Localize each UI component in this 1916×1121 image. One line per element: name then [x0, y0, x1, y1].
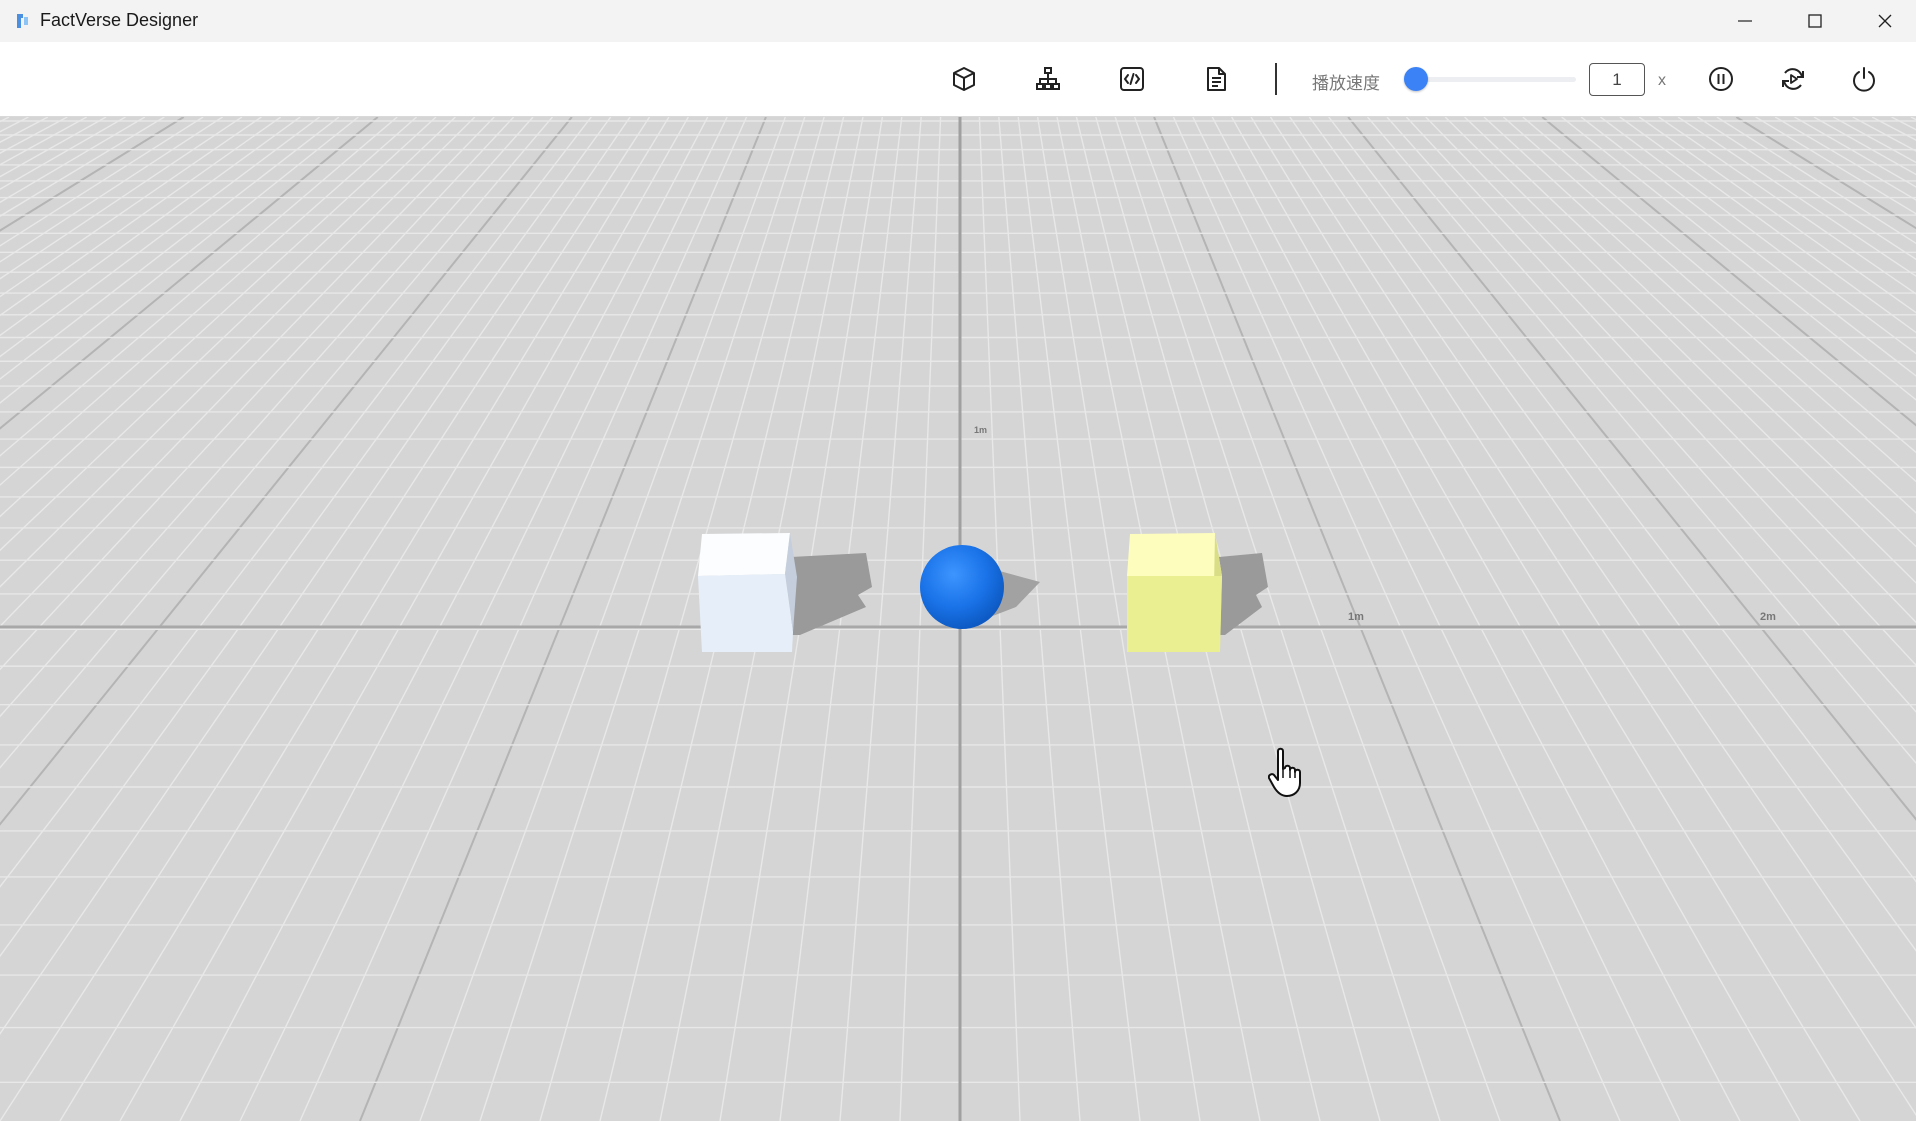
grid-line	[1017, 117, 1141, 1121]
grid-line	[1716, 117, 1916, 245]
grid-line	[0, 117, 29, 133]
model-library-button[interactable]	[947, 62, 981, 96]
white-cube[interactable]	[698, 533, 797, 652]
grid-line	[0, 117, 165, 217]
grid-line	[998, 117, 1081, 1121]
grid-line	[0, 117, 262, 298]
grid-line	[899, 117, 942, 1121]
x-axis-1m-label: 1m	[1348, 611, 1364, 623]
grid-line	[179, 117, 709, 1121]
scene-hierarchy-button[interactable]	[1031, 62, 1065, 96]
grid-line	[0, 117, 398, 457]
grid-line	[1794, 117, 1916, 188]
pause-icon	[1709, 67, 1733, 91]
blue-sphere[interactable]	[920, 545, 1004, 629]
exit-button[interactable]	[1847, 62, 1881, 96]
scene-viewport[interactable]: 1m 2m 1m	[0, 117, 1916, 1121]
app-logo-icon	[17, 14, 28, 28]
grid-line	[0, 117, 534, 718]
grid-line	[0, 117, 651, 1121]
grid-line	[1308, 117, 1916, 952]
x-axis-2m-label: 2m	[1760, 611, 1776, 623]
ground-grid	[0, 117, 1916, 1121]
grid-line	[59, 117, 670, 1121]
grid-line	[0, 117, 553, 769]
grid-line	[239, 117, 728, 1121]
minimize-button[interactable]	[1710, 0, 1780, 42]
speed-unit-label: x	[1658, 72, 1666, 89]
grid-line	[1813, 117, 1916, 176]
hierarchy-icon	[1036, 67, 1060, 90]
hand-cursor-icon	[1268, 747, 1301, 797]
document-button[interactable]	[1199, 62, 1233, 96]
window-title: FactVerse Designer	[40, 10, 199, 30]
grid-line	[1211, 117, 1741, 1121]
grid-line	[1522, 117, 1916, 454]
speed-slider-track[interactable]	[1404, 77, 1576, 82]
grid-line	[1561, 117, 1916, 401]
grid-line	[0, 117, 418, 486]
toolbar: 播放速度 x	[0, 42, 1916, 117]
close-button[interactable]	[1850, 0, 1916, 42]
grid-line	[0, 117, 204, 247]
grid-line	[0, 117, 126, 190]
maximize-icon	[1808, 14, 1822, 28]
grid-line	[0, 117, 631, 1035]
document-icon	[1207, 67, 1226, 91]
z-axis-1m-label: 1m	[974, 425, 988, 435]
playback-speed-label: 播放速度	[1312, 74, 1380, 93]
grid-line	[0, 117, 223, 263]
grid-line	[0, 117, 301, 337]
code-editor-button[interactable]	[1115, 62, 1149, 96]
grid-line	[1464, 117, 1916, 548]
grid-line	[0, 117, 515, 671]
grid-line	[0, 117, 359, 404]
grid-line	[1347, 117, 1916, 821]
speed-input[interactable]	[1589, 63, 1645, 96]
code-icon	[1120, 67, 1144, 91]
toolbar-divider	[1275, 63, 1277, 95]
grid-line	[1852, 117, 1916, 152]
maximize-button[interactable]	[1780, 0, 1850, 42]
yellow-cube[interactable]	[1127, 533, 1222, 652]
grid-line	[1269, 117, 1916, 1117]
grid-line	[299, 117, 748, 1121]
close-icon	[1878, 14, 1892, 28]
grid-line	[0, 117, 379, 430]
grid-line	[1774, 117, 1916, 201]
minimize-icon	[1738, 20, 1752, 22]
grid-line	[839, 117, 922, 1121]
grid-line	[0, 117, 185, 232]
grid-line	[1386, 117, 1916, 713]
grid-line	[1580, 117, 1916, 377]
speed-slider-thumb[interactable]	[1404, 67, 1428, 91]
grid-line	[0, 117, 592, 888]
grid-line	[0, 117, 437, 518]
cube-icon	[953, 67, 975, 91]
pause-button[interactable]	[1704, 62, 1738, 96]
grid-line	[0, 117, 146, 204]
grid-line	[1755, 117, 1916, 215]
restart-button[interactable]	[1776, 62, 1810, 96]
restart-icon	[1782, 68, 1804, 90]
grid-line	[1638, 117, 1916, 314]
app-window: FactVerse Designer 播放速度 1 x 1m 2m 1m	[0, 0, 1916, 1121]
power-icon	[1853, 67, 1875, 92]
grid-line	[1192, 117, 1681, 1121]
grid-line	[1658, 117, 1916, 295]
grid-line	[1697, 117, 1916, 261]
grid-line	[1502, 117, 1916, 483]
grid-line	[0, 117, 68, 154]
title-bar: FactVerse Designer	[0, 0, 1916, 42]
grid-line	[0, 117, 612, 958]
